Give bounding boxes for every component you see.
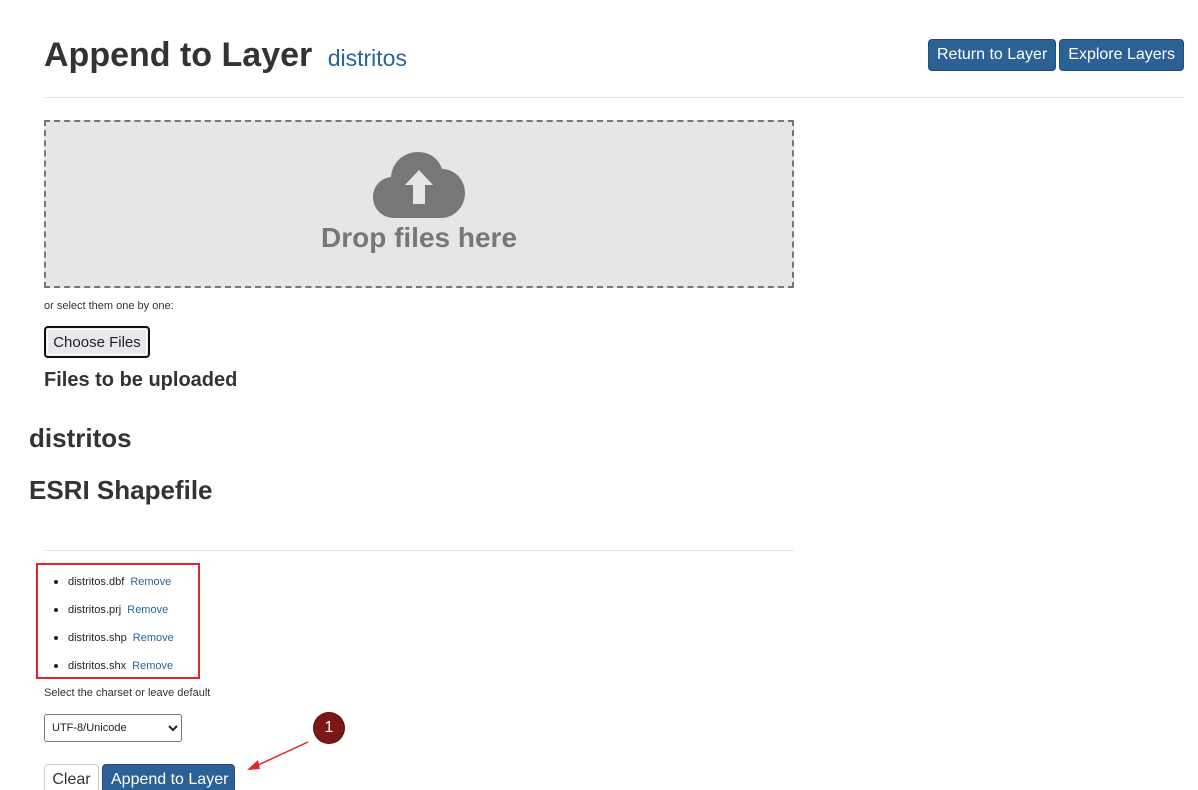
header-actions: Return to Layer Explore Layers xyxy=(928,39,1184,71)
append-layer-page: Append to Layer distritos Return to Laye… xyxy=(0,0,1198,790)
file-name: distritos.prj xyxy=(68,604,122,616)
remove-file-link[interactable]: Remove xyxy=(127,604,168,616)
file-name: distritos.shp xyxy=(68,632,127,644)
remove-file-link[interactable]: Remove xyxy=(130,576,171,588)
choose-files-button[interactable]: Choose Files xyxy=(44,326,150,358)
files-divider xyxy=(44,550,794,551)
header-divider xyxy=(44,97,1184,98)
file-name: distritos.dbf xyxy=(68,576,125,588)
upload-layer-name: distritos xyxy=(29,423,132,453)
remove-file-link[interactable]: Remove xyxy=(133,632,174,644)
file-list: distritos.dbf Remove distritos.prj Remov… xyxy=(44,568,174,680)
append-to-layer-button[interactable]: Append to Layer xyxy=(102,764,235,790)
page-title-text: Append to Layer xyxy=(44,36,313,74)
select-files-hint: or select them one by one: xyxy=(44,300,174,312)
list-item: distritos.dbf Remove xyxy=(44,568,174,596)
bullet-icon xyxy=(54,636,58,640)
dropzone-label: Drop files here xyxy=(320,222,518,253)
file-dropzone[interactable]: Drop files here xyxy=(44,120,794,288)
step-callout-badge: 1 xyxy=(314,713,344,743)
list-item: distritos.shp Remove xyxy=(44,624,174,652)
list-item: distritos.shx Remove xyxy=(44,652,174,680)
charset-select[interactable]: UTF-8/Unicode xyxy=(44,714,182,742)
bullet-icon xyxy=(54,580,58,584)
bullet-icon xyxy=(54,664,58,668)
bullet-icon xyxy=(54,608,58,612)
clear-button[interactable]: Clear xyxy=(44,764,99,790)
callout-arrow-icon xyxy=(247,741,309,770)
cloud-upload-icon xyxy=(373,152,465,218)
list-item: distritos.prj Remove xyxy=(44,596,174,624)
charset-label: Select the charset or leave default xyxy=(44,687,211,699)
files-to-upload-heading: Files to be uploaded xyxy=(44,369,238,391)
file-name: distritos.shx xyxy=(68,660,127,672)
upload-file-type: ESRI Shapefile xyxy=(29,475,213,505)
return-to-layer-button[interactable]: Return to Layer xyxy=(928,39,1057,71)
page-title: Append to Layer distritos xyxy=(44,36,407,75)
layer-name-link[interactable]: distritos xyxy=(328,45,407,71)
explore-layers-button[interactable]: Explore Layers xyxy=(1059,39,1184,71)
remove-file-link[interactable]: Remove xyxy=(132,660,173,672)
